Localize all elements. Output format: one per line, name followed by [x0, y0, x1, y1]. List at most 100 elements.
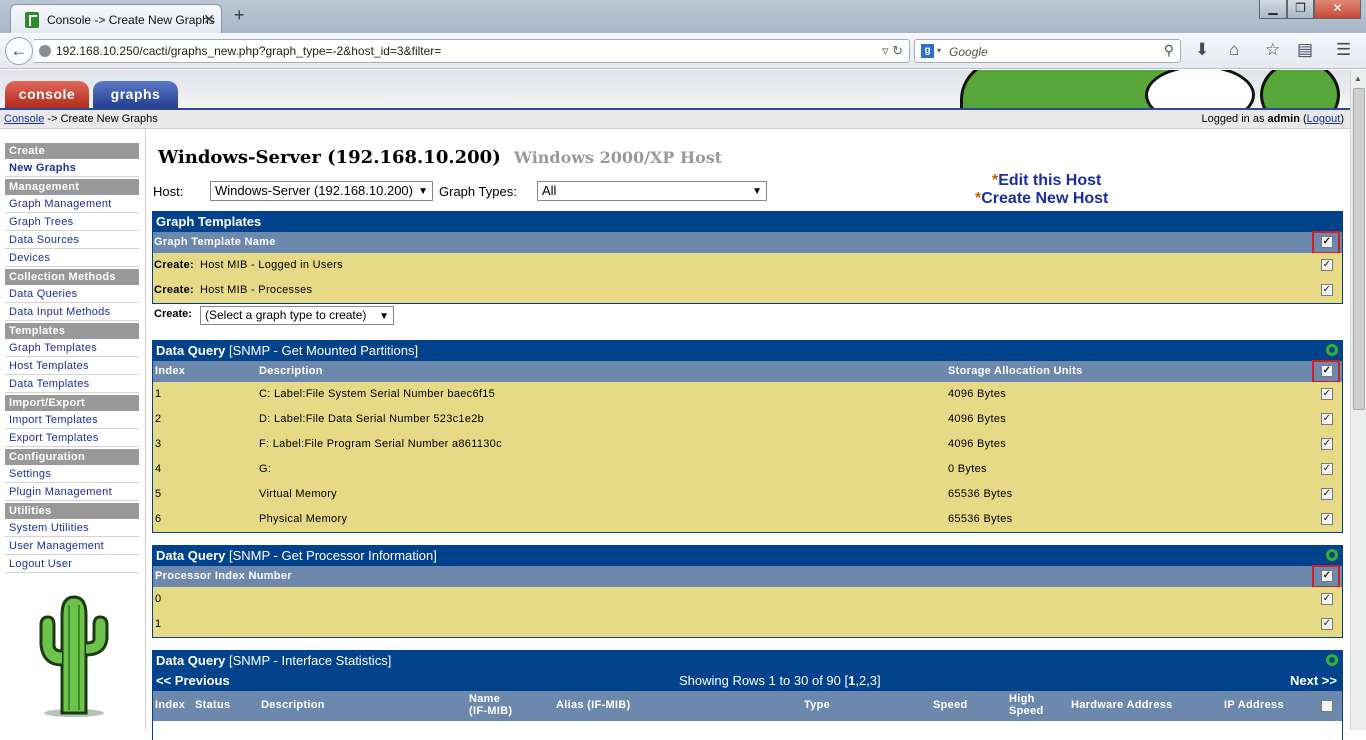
menu-item[interactable]: Data Input Methods: [5, 305, 139, 321]
row-checkbox[interactable]: ✓: [1321, 259, 1333, 271]
reload-query-icon[interactable]: [1326, 549, 1338, 561]
select-all-checkbox[interactable]: ✓: [1321, 365, 1333, 377]
back-button[interactable]: ←: [5, 37, 33, 65]
select-all-checkbox[interactable]: ✓: [1321, 236, 1333, 248]
other-pages[interactable]: ,2,3]: [855, 673, 880, 688]
browser-tab[interactable]: Console -> Create New Graphs ✕: [10, 4, 222, 33]
page-scrollbar[interactable]: ▲: [1350, 70, 1366, 730]
data-query-interface-panel: Data Query [SNMP - Interface Statistics]…: [152, 650, 1343, 740]
reload-query-icon[interactable]: [1326, 654, 1338, 666]
row-checkbox[interactable]: ✓: [1321, 463, 1333, 475]
column-header: Alias (IF-MIB): [556, 699, 631, 711]
table-row[interactable]: 4 G: 0 Bytes ✓: [153, 457, 1342, 482]
menu-item[interactable]: Data Templates: [5, 377, 139, 393]
row-checkbox[interactable]: ✓: [1321, 618, 1333, 630]
browser-navbar: ← 192.168.10.250/cacti/graphs_new.php?gr…: [0, 33, 1366, 69]
menu-item[interactable]: Devices: [5, 251, 139, 267]
url-text[interactable]: 192.168.10.250/cacti/graphs_new.php?grap…: [56, 44, 441, 58]
menu-item[interactable]: Graph Templates: [5, 341, 139, 357]
dq-title-rest: [SNMP - Get Mounted Partitions]: [229, 343, 419, 358]
column-header: Processor Index Number: [155, 570, 292, 582]
row-checkbox[interactable]: ✓: [1321, 413, 1333, 425]
table-row[interactable]: 0 ✓: [153, 587, 1342, 612]
table-row[interactable]: Create: Host MIB - Logged in Users ✓: [153, 253, 1342, 278]
next-link[interactable]: Next >>: [1290, 671, 1337, 690]
dq-title-bold: Data Query: [156, 548, 226, 563]
row-checkbox[interactable]: ✓: [1321, 513, 1333, 525]
url-bar[interactable]: 192.168.10.250/cacti/graphs_new.php?grap…: [34, 39, 910, 63]
edit-host-label[interactable]: Edit this Host: [998, 172, 1101, 189]
bookmark-star-icon[interactable]: ☆: [1265, 40, 1280, 60]
table-row[interactable]: 5 Virtual Memory 65536 Bytes ✓: [153, 482, 1342, 507]
tab-close-icon[interactable]: ✕: [203, 11, 215, 28]
menu-icon[interactable]: ☰: [1336, 40, 1351, 60]
edit-host-link[interactable]: *Edit this Host: [992, 172, 1101, 190]
scroll-up-icon[interactable]: ▲: [1354, 74, 1362, 83]
tab-graphs[interactable]: graphs: [93, 81, 178, 108]
maximize-button[interactable]: ❐: [1287, 0, 1314, 19]
column-header-row: Index Status Description Name (IF-MIB) A…: [153, 691, 1342, 721]
menu-item[interactable]: Logout User: [5, 557, 139, 573]
menu-item[interactable]: Data Queries: [5, 287, 139, 303]
graph-types-select[interactable]: All ▼: [537, 181, 767, 201]
globe-icon: [39, 45, 51, 57]
menu-item[interactable]: Graph Trees: [5, 215, 139, 231]
row-checkbox[interactable]: ✓: [1321, 593, 1333, 605]
search-engine-dropdown-icon[interactable]: ▾: [937, 46, 941, 55]
menu-section-header: Create: [5, 143, 139, 159]
previous-link[interactable]: << Previous: [156, 671, 230, 690]
table-row[interactable]: 6 Physical Memory 65536 Bytes ✓: [153, 507, 1342, 532]
dq-title-rest: [SNMP - Interface Statistics]: [229, 653, 392, 668]
menu-item[interactable]: Plugin Management: [5, 485, 139, 501]
row-checkbox[interactable]: ✓: [1321, 488, 1333, 500]
menu-item[interactable]: Export Templates: [5, 431, 139, 447]
table-row[interactable]: 1 C: Label:File System Serial Number baec…: [153, 382, 1342, 407]
close-window-button[interactable]: ✕: [1314, 0, 1361, 19]
select-all-checkbox[interactable]: ✓: [1321, 570, 1333, 582]
column-header-row: Processor Index Number ✓: [153, 565, 1342, 588]
table-row[interactable]: 1 ✓: [153, 612, 1342, 637]
search-icon[interactable]: ⚲: [1164, 42, 1174, 59]
menu-item[interactable]: Import Templates: [5, 413, 139, 429]
menu-item[interactable]: Host Templates: [5, 359, 139, 375]
create-host-label[interactable]: Create New Host: [981, 190, 1108, 207]
search-bar[interactable]: g ▾ Google ⚲: [914, 39, 1181, 63]
home-icon[interactable]: ⌂: [1229, 40, 1239, 60]
menu-section-header: Import/Export: [5, 395, 139, 411]
select-all-checkbox[interactable]: [1321, 700, 1333, 712]
google-icon[interactable]: g: [921, 44, 934, 58]
logout-link[interactable]: Logout: [1307, 113, 1341, 125]
scrollbar-thumb[interactable]: [1353, 88, 1365, 410]
menu-item[interactable]: Graph Management: [5, 197, 139, 213]
bookmarks-list-icon[interactable]: ▤: [1297, 40, 1313, 60]
menu-item[interactable]: User Management: [5, 539, 139, 555]
breadcrumb-console-link[interactable]: Console: [4, 113, 44, 125]
row-checkbox[interactable]: ✓: [1321, 438, 1333, 450]
minimize-button[interactable]: ▁: [1259, 0, 1287, 19]
menu-item[interactable]: System Utilities: [5, 521, 139, 537]
page-title: Windows-Server (192.168.10.200): [158, 147, 501, 168]
row-checkbox[interactable]: ✓: [1321, 388, 1333, 400]
create-host-link[interactable]: *Create New Host: [975, 190, 1108, 208]
table-row[interactable]: 2 D: Label:File Data Serial Number 523c1e…: [153, 407, 1342, 432]
table-cell: C: Label:File System Serial Number baec6…: [259, 388, 496, 400]
column-header: Speed: [933, 699, 968, 711]
graph-template-name: Host MIB - Logged in Users: [200, 259, 343, 271]
sidebar-menu: Create New Graphs Management Graph Manageme…: [5, 143, 139, 575]
table-row[interactable]: Create: Host MIB - Processes ✓: [153, 278, 1342, 303]
search-input[interactable]: Google: [949, 45, 988, 59]
reload-icon[interactable]: ▿ ↻: [882, 43, 903, 59]
menu-item[interactable]: Settings: [5, 467, 139, 483]
tab-console[interactable]: console: [5, 81, 89, 108]
create-label: Create:: [154, 308, 192, 320]
graph-type-select[interactable]: (Select a graph type to create) ▼: [200, 306, 394, 325]
table-row[interactable]: 3 F: Label:File Program Serial Number a86…: [153, 432, 1342, 457]
download-icon[interactable]: ⬇: [1195, 40, 1209, 60]
row-checkbox[interactable]: ✓: [1321, 284, 1333, 296]
host-select[interactable]: Windows-Server (192.168.10.200) ▼: [210, 181, 433, 201]
menu-item[interactable]: Data Sources: [5, 233, 139, 249]
menu-item[interactable]: New Graphs: [5, 161, 139, 177]
new-tab-button[interactable]: +: [234, 5, 245, 26]
reload-query-icon[interactable]: [1326, 344, 1338, 356]
column-header: Status: [195, 699, 231, 711]
